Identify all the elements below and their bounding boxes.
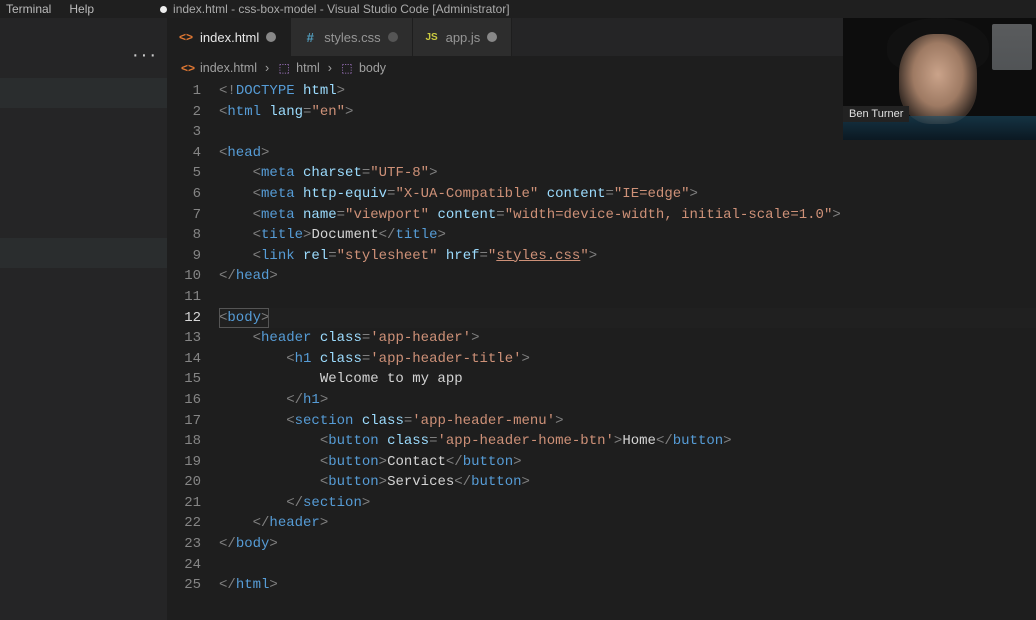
tab-app-js[interactable]: JS app.js xyxy=(413,18,513,56)
code-line[interactable]: </h1> xyxy=(219,390,1036,411)
line-number: 11 xyxy=(167,287,201,308)
sidebar-row-2[interactable] xyxy=(0,238,167,268)
line-number: 4 xyxy=(167,143,201,164)
code-line[interactable]: </body> xyxy=(219,534,1036,555)
line-number: 6 xyxy=(167,184,201,205)
more-actions-icon[interactable]: ··· xyxy=(132,44,158,67)
line-number: 5 xyxy=(167,163,201,184)
code-line[interactable]: <h1 class='app-header-title'> xyxy=(219,349,1036,370)
menu-help[interactable]: Help xyxy=(69,2,94,16)
webcam-face xyxy=(899,34,977,124)
code-line[interactable]: </section> xyxy=(219,493,1036,514)
code-line[interactable] xyxy=(219,555,1036,576)
code-line[interactable]: <meta http-equiv="X-UA-Compatible" conte… xyxy=(219,184,1036,205)
line-number: 9 xyxy=(167,246,201,267)
sidebar-row-1[interactable] xyxy=(0,78,167,108)
line-number: 20 xyxy=(167,472,201,493)
breadcrumb-body[interactable]: ⬚ body xyxy=(340,61,386,75)
breadcrumb-label: html xyxy=(296,61,320,75)
code-line[interactable]: <button>Services</button> xyxy=(219,472,1036,493)
tab-label: app.js xyxy=(446,30,481,45)
line-number: 7 xyxy=(167,205,201,226)
js-file-icon: JS xyxy=(425,32,439,43)
code-line[interactable]: <button>Contact</button> xyxy=(219,452,1036,473)
close-tab-icon[interactable] xyxy=(388,32,398,42)
tab-index-html[interactable]: <> index.html xyxy=(167,18,291,56)
line-number-gutter: 1234567891011121314151617181920212223242… xyxy=(167,80,219,620)
code-line[interactable]: <section class='app-header-menu'> xyxy=(219,411,1036,432)
line-number: 1 xyxy=(167,81,201,102)
unsaved-dot-icon[interactable] xyxy=(487,32,497,42)
menubar: Terminal Help index.html - css-box-model… xyxy=(0,0,1036,18)
line-number: 15 xyxy=(167,369,201,390)
tab-label: index.html xyxy=(200,30,259,45)
code-line[interactable]: <meta charset="UTF-8"> xyxy=(219,163,1036,184)
breadcrumb-html[interactable]: ⬚ html xyxy=(277,61,320,75)
chevron-right-icon: › xyxy=(328,61,332,75)
html-file-icon: <> xyxy=(179,30,193,44)
line-number: 18 xyxy=(167,431,201,452)
line-number: 8 xyxy=(167,225,201,246)
code-editor[interactable]: 1234567891011121314151617181920212223242… xyxy=(167,80,1036,620)
window-title-text: index.html - css-box-model - Visual Stud… xyxy=(173,2,510,16)
code-line[interactable]: </html> xyxy=(219,575,1036,596)
breadcrumb-label: index.html xyxy=(200,61,257,75)
line-number: 19 xyxy=(167,452,201,473)
line-number: 14 xyxy=(167,349,201,370)
breadcrumb-index-html[interactable]: <> index.html xyxy=(181,61,257,75)
line-number: 22 xyxy=(167,513,201,534)
webcam-overlay: Ben Turner xyxy=(843,18,1036,140)
line-number: 3 xyxy=(167,122,201,143)
line-number: 21 xyxy=(167,493,201,514)
breadcrumb-label: body xyxy=(359,61,386,75)
line-number: 10 xyxy=(167,266,201,287)
unsaved-dot-icon[interactable] xyxy=(266,32,276,42)
code-line[interactable]: <link rel="stylesheet" href="styles.css"… xyxy=(219,246,1036,267)
tab-styles-css[interactable]: # styles.css xyxy=(291,18,412,56)
sidebar xyxy=(0,18,167,620)
breadcrumb-icon: ⬚ xyxy=(277,61,291,75)
css-file-icon: # xyxy=(303,30,317,45)
breadcrumb-icon: <> xyxy=(181,61,195,75)
code-line[interactable]: <header class='app-header'> xyxy=(219,328,1036,349)
vscode-window: Terminal Help index.html - css-box-model… xyxy=(0,0,1036,620)
line-number: 2 xyxy=(167,102,201,123)
line-number: 17 xyxy=(167,411,201,432)
code-line[interactable]: </head> xyxy=(219,266,1036,287)
code-line[interactable]: Welcome to my app xyxy=(219,369,1036,390)
code-line[interactable]: <meta name="viewport" content="width=dev… xyxy=(219,205,1036,226)
tab-label: styles.css xyxy=(324,30,380,45)
webcam-bg xyxy=(992,24,1032,70)
code-line[interactable]: <button class='app-header-home-btn'>Home… xyxy=(219,431,1036,452)
webcam-name-tag: Ben Turner xyxy=(843,106,909,122)
menu-terminal[interactable]: Terminal xyxy=(6,2,51,16)
line-number: 24 xyxy=(167,555,201,576)
line-number: 12 xyxy=(167,308,201,329)
line-number: 16 xyxy=(167,390,201,411)
dirty-dot-icon xyxy=(160,6,167,13)
line-number: 23 xyxy=(167,534,201,555)
breadcrumb-icon: ⬚ xyxy=(340,61,354,75)
code-line[interactable]: </header> xyxy=(219,513,1036,534)
code-line[interactable]: <head> xyxy=(219,143,1036,164)
chevron-right-icon: › xyxy=(265,61,269,75)
line-number: 13 xyxy=(167,328,201,349)
line-number: 25 xyxy=(167,575,201,596)
code-content[interactable]: <!DOCTYPE html><html lang="en"><head> <m… xyxy=(219,80,1036,620)
code-line[interactable]: <body> xyxy=(219,308,1036,329)
code-line[interactable]: <title>Document</title> xyxy=(219,225,1036,246)
code-line[interactable] xyxy=(219,287,1036,308)
window-title: index.html - css-box-model - Visual Stud… xyxy=(160,2,510,16)
